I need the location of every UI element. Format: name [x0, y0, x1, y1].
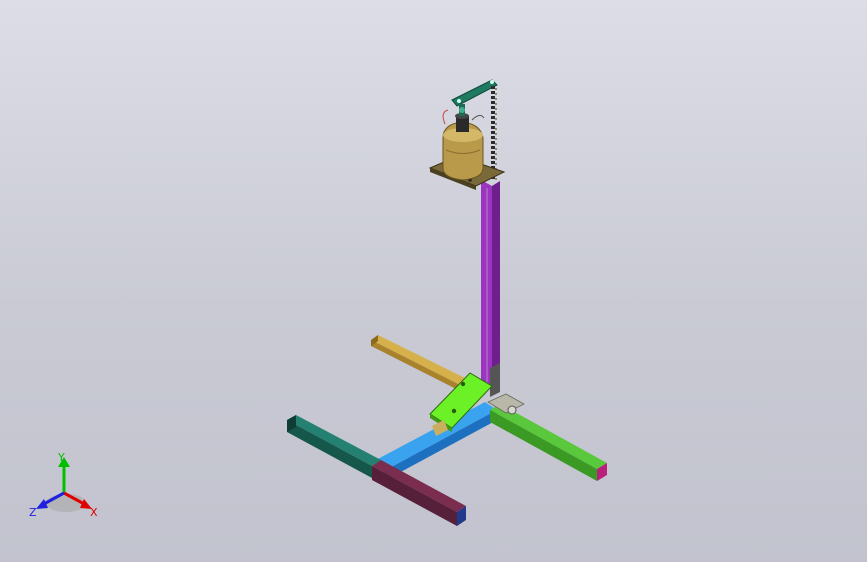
- x-axis-label: X: [90, 506, 98, 519]
- cad-viewport[interactable]: Y X Z: [0, 0, 867, 562]
- base-leg-maroon[interactable]: [372, 460, 466, 526]
- chain: [491, 86, 497, 182]
- base-leg-teal[interactable]: [287, 415, 381, 478]
- y-axis-label: Y: [57, 451, 65, 464]
- top-arm[interactable]: [451, 79, 498, 107]
- base-leg-green[interactable]: [490, 404, 607, 481]
- z-axis-label: Z: [29, 506, 37, 519]
- vertical-post[interactable]: [481, 180, 500, 390]
- post-bracket: [490, 363, 500, 397]
- orientation-triad: Y X Z: [29, 451, 98, 519]
- motor-housing[interactable]: [442, 104, 484, 181]
- z-axis-arrow-icon: [36, 499, 48, 509]
- assembly-scene[interactable]: [0, 0, 867, 562]
